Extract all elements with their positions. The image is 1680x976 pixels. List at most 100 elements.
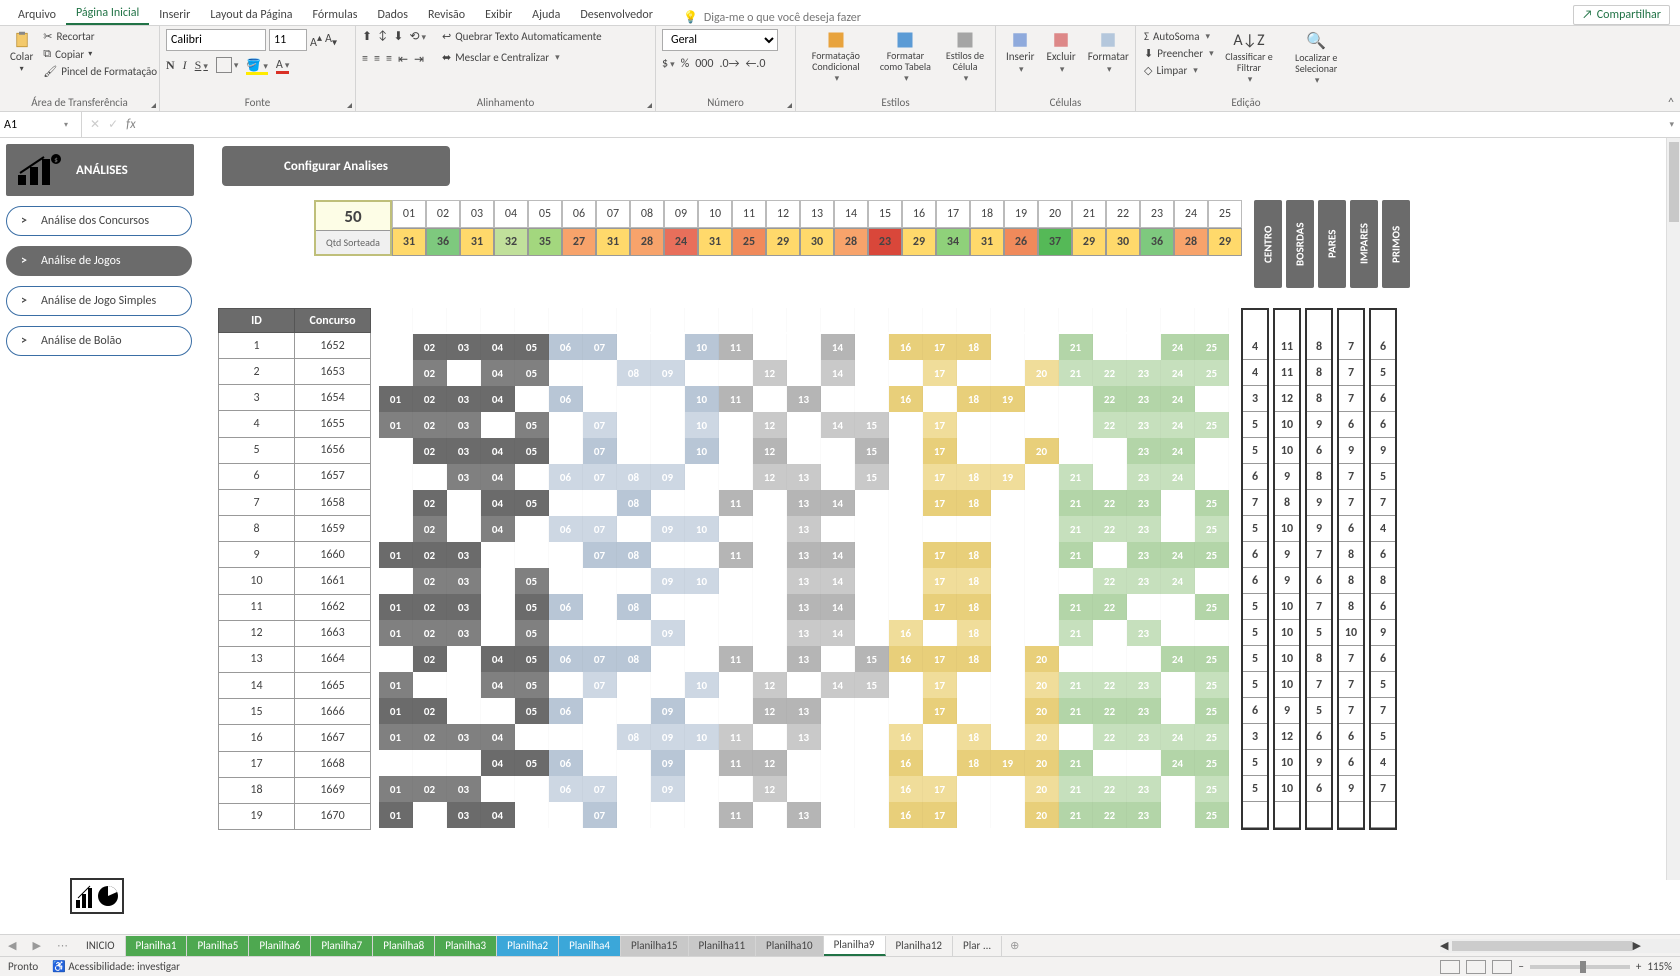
tab-inserir[interactable]: Inserir [149, 4, 200, 25]
clipboard-launcher[interactable] [147, 99, 157, 109]
sheet-tab[interactable]: Planilha15 [621, 936, 689, 956]
table-row[interactable]: 141665 [219, 673, 371, 699]
normal-view-button[interactable] [1440, 960, 1460, 974]
table-row[interactable]: 31654 [219, 385, 371, 411]
align-right-button[interactable]: ≡ [386, 52, 392, 67]
sheet-tab[interactable]: Planilha6 [249, 936, 311, 956]
enter-formula-button[interactable]: ✓ [108, 117, 118, 132]
tab-layout[interactable]: Layout da Página [200, 4, 302, 25]
sheet-tab[interactable]: Planilha9 [824, 936, 886, 956]
name-box[interactable] [4, 118, 64, 132]
format-as-table-button[interactable]: Formatar como Tabela [874, 29, 937, 86]
table-row[interactable]: 71658 [219, 489, 371, 515]
table-row[interactable]: 91660 [219, 542, 371, 568]
increase-decimal-button[interactable]: .0→ [719, 57, 739, 71]
align-launcher[interactable] [643, 99, 653, 109]
align-bottom-button[interactable]: ⬇ [393, 29, 403, 44]
table-row[interactable]: 151666 [219, 699, 371, 725]
sheet-tab[interactable]: Planilha8 [373, 936, 435, 956]
table-row[interactable]: 41655 [219, 411, 371, 437]
cut-button[interactable]: ✂Recortar [41, 29, 159, 44]
zoom-in-button[interactable]: + [1636, 960, 1641, 973]
decrease-font-button[interactable]: A▾ [325, 32, 337, 48]
italic-button[interactable]: I [183, 58, 187, 73]
nav-jogos[interactable]: >Análise de Jogos [6, 246, 192, 276]
expand-formula-button[interactable]: ▾ [1663, 119, 1680, 130]
sheet-nav-more[interactable]: ⋯ [49, 939, 76, 952]
table-row[interactable]: 61657 [219, 463, 371, 489]
borders-button[interactable] [216, 57, 239, 73]
increase-font-button[interactable]: A▴ [310, 31, 322, 50]
page-layout-view-button[interactable] [1466, 960, 1486, 974]
font-name-select[interactable] [166, 29, 266, 51]
new-sheet-button[interactable]: ⊕ [1002, 939, 1027, 952]
underline-button[interactable]: S [195, 58, 208, 73]
zoom-slider[interactable] [1530, 965, 1630, 969]
zoom-out-button[interactable]: − [1518, 960, 1523, 973]
sheet-tab[interactable]: Planilha7 [311, 936, 373, 956]
find-select-button[interactable]: 🔍Localizar e Selecionar [1282, 29, 1350, 88]
format-painter-button[interactable]: 🖌Pincel de Formatação [41, 64, 159, 79]
page-break-view-button[interactable] [1492, 960, 1512, 974]
table-row[interactable]: 101661 [219, 568, 371, 594]
table-row[interactable]: 111662 [219, 594, 371, 620]
fill-button[interactable]: ⬇Preencher [1142, 46, 1216, 61]
sheet-tab[interactable]: Planilha12 [886, 936, 954, 956]
number-format-select[interactable]: Geral [662, 29, 778, 51]
vertical-scrollbar[interactable] [1666, 138, 1680, 880]
increase-indent-button[interactable]: ⇥ [414, 52, 424, 67]
share-button[interactable]: ↗ Compartilhar [1573, 5, 1670, 25]
font-launcher[interactable] [343, 99, 353, 109]
table-row[interactable]: 81659 [219, 516, 371, 542]
table-row[interactable]: 11652 [219, 333, 371, 359]
tab-dados[interactable]: Dados [367, 4, 417, 25]
accessibility-status[interactable]: ♿ Acessibilidade: investigar [52, 960, 180, 973]
tab-exibir[interactable]: Exibir [475, 4, 522, 25]
sheet-tab[interactable]: Planilha11 [689, 936, 757, 956]
nav-bolao[interactable]: >Análise de Bolão [6, 326, 192, 356]
delete-cells-button[interactable]: Excluir [1043, 29, 1080, 77]
table-row[interactable]: 161667 [219, 725, 371, 751]
sheet-tab[interactable]: Planilha2 [497, 936, 559, 956]
sheet-tab[interactable]: INICIO [76, 936, 126, 956]
comma-format-button[interactable]: 000 [695, 57, 713, 71]
sheet-tab[interactable]: Planilha5 [187, 936, 249, 956]
table-row[interactable]: 171668 [219, 751, 371, 777]
autosum-button[interactable]: ΣAutoSoma [1142, 29, 1216, 44]
font-color-button[interactable]: A [276, 58, 289, 72]
table-row[interactable]: 191670 [219, 803, 371, 829]
sheet-nav-prev[interactable]: ◀ [0, 939, 24, 952]
align-middle-button[interactable]: ↕ [378, 29, 387, 44]
wrap-text-button[interactable]: ↩Quebrar Texto Automaticamente [440, 29, 604, 44]
sheet-tab[interactable]: Planilha3 [435, 936, 497, 956]
table-row[interactable]: 21653 [219, 359, 371, 385]
accounting-format-button[interactable]: $ [662, 57, 675, 71]
align-left-button[interactable]: ≡ [362, 52, 368, 67]
sheet-nav-next[interactable]: ▶ [24, 939, 48, 952]
merge-center-button[interactable]: ⬌Mesclar e Centralizar [440, 50, 604, 65]
chart-pie-button[interactable] [70, 878, 124, 914]
fill-color-button[interactable]: 🪣 [246, 58, 267, 73]
table-row[interactable]: 121663 [219, 620, 371, 646]
conditional-format-button[interactable]: Formatação Condicional [802, 29, 870, 86]
tab-arquivo[interactable]: Arquivo [8, 4, 66, 25]
nav-jogo-simples[interactable]: >Análise de Jogo Simples [6, 286, 192, 316]
zoom-level[interactable]: 115% [1647, 960, 1672, 973]
cancel-formula-button[interactable]: ✕ [90, 117, 100, 132]
table-row[interactable]: 181669 [219, 777, 371, 803]
table-row[interactable]: 51656 [219, 437, 371, 463]
collapse-ribbon-button[interactable]: ^ [1668, 96, 1674, 110]
fx-icon[interactable]: fx [126, 117, 136, 132]
table-row[interactable]: 131664 [219, 646, 371, 672]
sheet-tab[interactable]: Planilha1 [126, 936, 188, 956]
decrease-indent-button[interactable]: ⇤ [398, 52, 408, 67]
sheet-tab[interactable]: Plar ... [953, 936, 1002, 956]
font-size-select[interactable] [269, 29, 307, 51]
percent-format-button[interactable]: % [681, 57, 690, 71]
format-cells-button[interactable]: Formatar [1084, 29, 1133, 77]
insert-cells-button[interactable]: Inserir [1002, 29, 1039, 77]
tab-formulas[interactable]: Fórmulas [303, 4, 368, 25]
align-center-button[interactable]: ≡ [374, 52, 380, 67]
formula-bar[interactable] [144, 118, 1656, 132]
paste-button[interactable]: Colar▾ [6, 29, 37, 76]
